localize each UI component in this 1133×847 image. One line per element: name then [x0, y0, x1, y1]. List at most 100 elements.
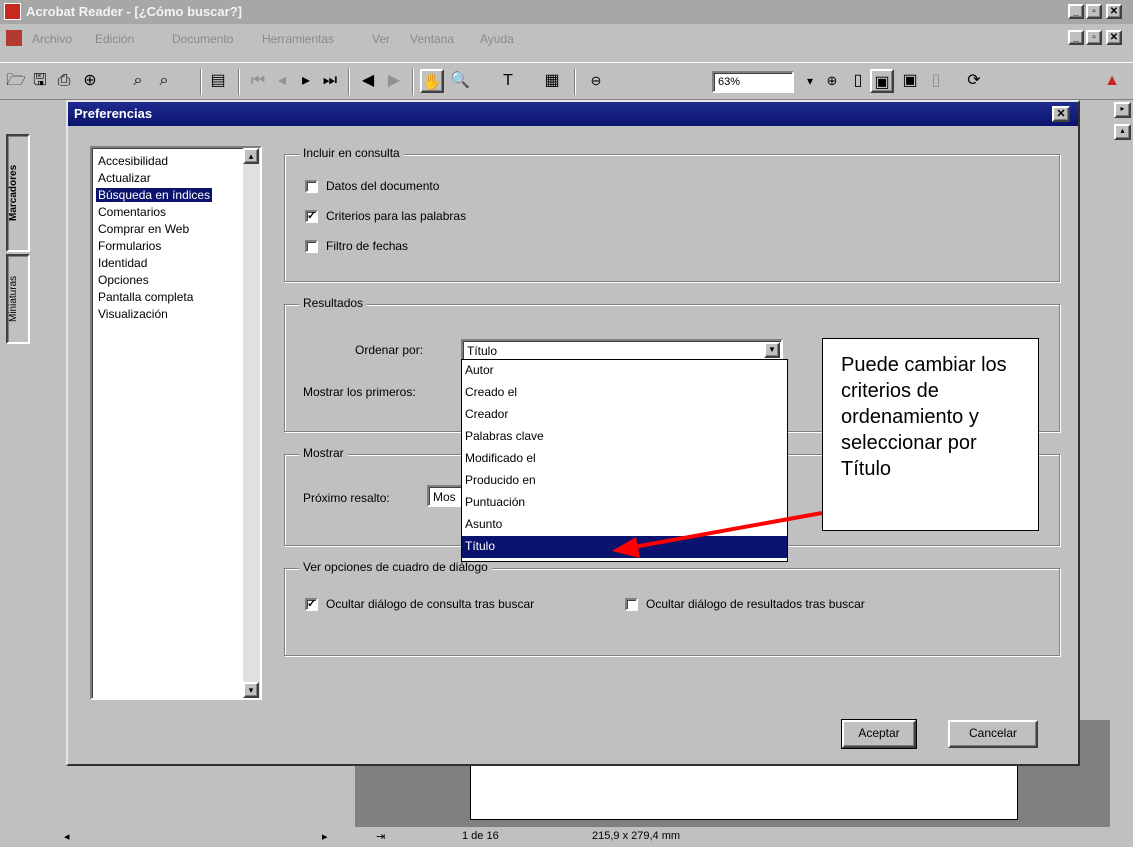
chevron-down-icon[interactable]: ▼ — [764, 342, 780, 358]
toolbar: 🗁 🖫 ⎙ ⊕ ⌕ ⌕ ▤ ⏮ ◂ ▸ ⏭ ◀ ▶ ✋ 🔍 T ▦ ⊖ 63% … — [0, 62, 1133, 100]
category-accesibilidad[interactable]: Accesibilidad — [96, 154, 170, 168]
option-datos-documento[interactable]: Datos del documento — [305, 179, 439, 193]
print-icon[interactable]: ⎙ — [52, 69, 76, 93]
category-comentarios[interactable]: Comentarios — [96, 205, 168, 219]
maximize-icon[interactable]: ▫ — [1086, 4, 1102, 19]
scroll-down-icon[interactable]: ▾ — [243, 682, 259, 698]
checkbox[interactable] — [625, 597, 638, 611]
option-filtro-fechas[interactable]: Filtro de fechas — [305, 239, 408, 253]
show-hide-icon[interactable]: ▤ — [206, 69, 230, 93]
app-title: Acrobat Reader - [¿Cómo buscar?] — [26, 4, 242, 19]
category-busqueda-indices[interactable]: Búsqueda en índices — [96, 188, 213, 202]
sort-option-puntuacion[interactable]: Puntuación — [462, 492, 787, 514]
menu-ventana[interactable]: Ventana — [410, 32, 454, 46]
first-page-icon[interactable]: ⏮ — [246, 69, 270, 93]
doc-minimize-icon[interactable]: _ — [1068, 30, 1084, 45]
group-title: Resultados — [299, 296, 368, 310]
category-formularios[interactable]: Formularios — [96, 239, 163, 253]
tab-marcadores[interactable]: Marcadores — [6, 134, 30, 252]
next-highlight-label: Próximo resalto: — [303, 491, 390, 505]
category-identidad[interactable]: Identidad — [96, 256, 149, 270]
checkbox-checked[interactable]: ✓ — [305, 209, 318, 223]
checkbox-checked[interactable]: ✓ — [305, 597, 318, 611]
menu-edicion[interactable]: Edición — [95, 32, 134, 46]
doc-close-icon[interactable]: ✕ — [1106, 30, 1122, 45]
scroll-up-icon[interactable]: ▴ — [243, 148, 259, 164]
menu-documento[interactable]: Documento — [172, 32, 233, 46]
fit-width-icon[interactable]: ▣ — [898, 69, 922, 93]
scroll-up-icon[interactable]: ▴ — [1114, 124, 1131, 140]
checkbox[interactable] — [305, 239, 318, 253]
go-forward-icon[interactable]: ▶ — [382, 69, 406, 93]
last-page-icon[interactable]: ⏭ — [318, 69, 342, 93]
right-scroll-panel: ▸ ▴ — [1112, 102, 1133, 847]
dialog-close-icon[interactable]: ✕ — [1052, 106, 1070, 122]
hand-tool-icon[interactable]: ✋ — [420, 69, 444, 93]
sort-option-autor[interactable]: Autor — [462, 360, 787, 382]
sort-option-producido[interactable]: Producido en — [462, 470, 787, 492]
page-indicator[interactable]: 1 de 16 — [462, 830, 499, 842]
status-bar: ◂ ▸ ⇥ 1 de 16 215,9 x 279,4 mm — [0, 827, 1133, 847]
zoom-field[interactable]: 63% — [712, 71, 794, 93]
actual-size-icon[interactable]: ▯ — [846, 69, 870, 93]
search-index-icon[interactable]: ⌕ — [152, 69, 176, 93]
sort-option-creador[interactable]: Creador — [462, 404, 787, 426]
option-ocultar-consulta[interactable]: ✓ Ocultar diálogo de consulta tras busca… — [305, 597, 534, 611]
open-icon[interactable]: 🗁 — [4, 69, 28, 93]
sort-value: Título — [467, 344, 498, 358]
option-ocultar-resultados[interactable]: Ocultar diálogo de resultados tras busca… — [625, 597, 865, 611]
category-visualizacion[interactable]: Visualización — [96, 307, 170, 321]
menu-bar: Archivo Edición Documento Herramientas V… — [0, 24, 1133, 62]
menu-ver[interactable]: Ver — [372, 32, 390, 46]
category-scrollbar[interactable]: ▴ ▾ — [243, 148, 260, 698]
status-nav-icon[interactable]: ⇥ — [376, 830, 385, 843]
zoom-dropdown-icon[interactable]: ▾ — [798, 69, 822, 93]
hscroll-right-icon[interactable]: ▸ — [322, 830, 328, 843]
sort-select[interactable]: Título ▼ — [461, 339, 783, 361]
rotate-icon[interactable]: ⟳ — [962, 69, 986, 93]
next-page-icon[interactable]: ▸ — [294, 69, 318, 93]
category-comprar-web[interactable]: Comprar en Web — [96, 222, 191, 236]
close-icon[interactable]: ✕ — [1106, 4, 1122, 19]
dialog-title-bar: Preferencias ✕ — [68, 102, 1078, 126]
text-select-icon[interactable]: T — [496, 69, 520, 93]
scroll-right-icon[interactable]: ▸ — [1114, 102, 1131, 118]
checkbox[interactable] — [305, 179, 318, 193]
group-title: Mostrar — [299, 446, 348, 460]
web-icon[interactable]: ⊕ — [78, 69, 102, 93]
fit-visible-icon[interactable]: ▯ — [924, 69, 948, 93]
tab-miniaturas[interactable]: Miniaturas — [6, 254, 30, 344]
menu-archivo[interactable]: Archivo — [32, 32, 72, 46]
category-pantalla-completa[interactable]: Pantalla completa — [96, 290, 195, 304]
accept-button[interactable]: Aceptar — [841, 719, 917, 749]
group-title: Ver opciones de cuadro de diálogo — [299, 560, 492, 574]
zoom-in-icon[interactable]: ⊕ — [820, 69, 844, 93]
save-icon[interactable]: 🖫 — [28, 69, 52, 93]
category-actualizar[interactable]: Actualizar — [96, 171, 153, 185]
cancel-button[interactable]: Cancelar — [948, 720, 1038, 748]
graphics-select-icon[interactable]: ▦ — [540, 69, 564, 93]
app-title-bar: Acrobat Reader - [¿Cómo buscar?] _ ▫ ✕ — [0, 0, 1133, 24]
next-highlight-select[interactable]: Mos — [427, 485, 463, 507]
hscroll-left-icon[interactable]: ◂ — [64, 830, 70, 843]
fit-page-icon[interactable]: ▣ — [870, 69, 894, 93]
option-label: Ocultar diálogo de resultados tras busca… — [646, 597, 865, 611]
zoom-icon[interactable]: 🔍 — [448, 69, 472, 93]
binoculars-icon[interactable]: ⌕ — [126, 69, 150, 93]
side-tabs: Marcadores Miniaturas — [0, 102, 32, 822]
go-back-icon[interactable]: ◀ — [356, 69, 380, 93]
doc-restore-icon[interactable]: ▫ — [1086, 30, 1102, 45]
menu-herramientas[interactable]: Herramientas — [262, 32, 334, 46]
category-opciones[interactable]: Opciones — [96, 273, 151, 287]
minimize-icon[interactable]: _ — [1068, 4, 1084, 19]
sort-option-creado[interactable]: Creado el — [462, 382, 787, 404]
sort-option-titulo[interactable]: Título — [462, 536, 787, 558]
zoom-out-icon[interactable]: ⊖ — [584, 69, 608, 93]
sort-option-modificado[interactable]: Modificado el — [462, 448, 787, 470]
prev-page-icon[interactable]: ◂ — [270, 69, 294, 93]
separator — [238, 69, 240, 95]
menu-ayuda[interactable]: Ayuda — [480, 32, 514, 46]
option-criterios-palabras[interactable]: ✓ Criterios para las palabras — [305, 209, 466, 223]
sort-option-asunto[interactable]: Asunto — [462, 514, 787, 536]
sort-option-palabras-clave[interactable]: Palabras clave — [462, 426, 787, 448]
